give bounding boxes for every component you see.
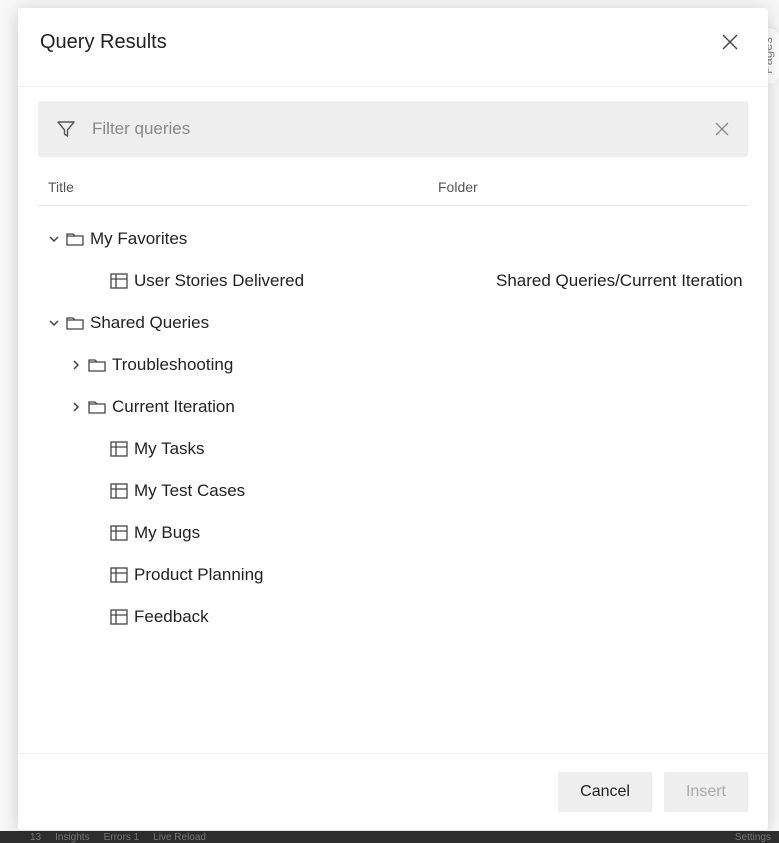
query-icon (110, 525, 128, 541)
dialog-footer: Cancel Insert (18, 753, 768, 830)
query-icon (110, 567, 128, 583)
filter-icon (56, 119, 76, 139)
dialog-header: Query Results (18, 8, 768, 87)
dialog-body: Title Folder My Favorites User Stories De… (18, 87, 768, 753)
tree-query-row[interactable]: My Tasks (38, 428, 748, 470)
query-icon (110, 609, 128, 625)
folder-icon (66, 231, 84, 247)
folder-icon (88, 357, 106, 373)
chevron-down-icon[interactable] (46, 234, 62, 244)
status-right: Settings (735, 831, 771, 843)
status-item: Insights (55, 832, 89, 843)
tree-node-folder: Shared Queries/Current Iteration (496, 271, 743, 291)
tree-node-label: My Test Cases (134, 481, 245, 501)
tree-folder-row[interactable]: My Favorites (38, 218, 748, 260)
filter-queries-input[interactable] (90, 118, 714, 140)
column-header-folder[interactable]: Folder (438, 179, 748, 195)
tree-node-label: My Favorites (90, 229, 187, 249)
close-icon (721, 33, 739, 51)
tree-node-label: Troubleshooting (112, 355, 233, 375)
status-item: Errors 1 (104, 832, 140, 843)
chevron-right-icon[interactable] (68, 360, 84, 370)
folder-icon (66, 315, 84, 331)
tree-node-label: User Stories Delivered (134, 271, 304, 291)
tree-query-row[interactable]: Feedback (38, 596, 748, 638)
tree-node-label: Product Planning (134, 565, 263, 585)
column-header-title[interactable]: Title (48, 179, 438, 195)
tree-folder-row[interactable]: Shared Queries (38, 302, 748, 344)
tree-node-label: My Tasks (134, 439, 205, 459)
tree-query-row[interactable]: My Bugs (38, 512, 748, 554)
query-icon (110, 441, 128, 457)
cancel-button[interactable]: Cancel (558, 772, 652, 812)
close-icon (714, 121, 730, 137)
insert-button: Insert (664, 772, 748, 812)
query-tree: My Favorites User Stories Delivered Shared… (38, 218, 748, 638)
tree-folder-row[interactable]: Troubleshooting (38, 344, 748, 386)
query-results-dialog: Query Results Title Folder My Favorites U… (18, 8, 768, 830)
query-icon (110, 273, 128, 289)
tree-node-label: Shared Queries (90, 313, 209, 333)
status-item: Live Reload (153, 832, 206, 843)
clear-search-button[interactable] (714, 121, 730, 137)
status-bar: 13 Insights Errors 1 Live Reload (0, 831, 779, 843)
query-icon (110, 483, 128, 499)
search-bar (38, 101, 748, 157)
tree-node-label: My Bugs (134, 523, 200, 543)
chevron-right-icon[interactable] (68, 402, 84, 412)
tree-query-row[interactable]: Product Planning (38, 554, 748, 596)
column-headers: Title Folder (38, 179, 748, 206)
tree-node-label: Current Iteration (112, 397, 235, 417)
chevron-down-icon[interactable] (46, 318, 62, 328)
close-button[interactable] (714, 26, 746, 58)
tree-folder-row[interactable]: Current Iteration (38, 386, 748, 428)
dialog-title: Query Results (40, 31, 167, 54)
tree-query-row[interactable]: User Stories Delivered Shared Queries/Cur… (38, 260, 748, 302)
tree-query-row[interactable]: My Test Cases (38, 470, 748, 512)
status-item: 13 (30, 832, 41, 843)
tree-node-label: Feedback (134, 607, 209, 627)
folder-icon (88, 399, 106, 415)
